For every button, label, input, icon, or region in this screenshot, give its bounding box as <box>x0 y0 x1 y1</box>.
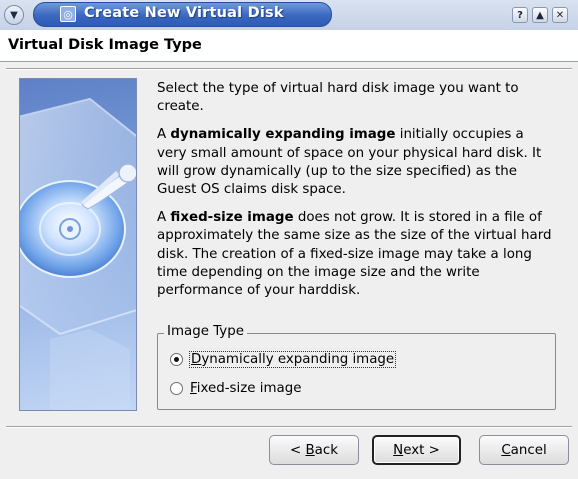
button-text: ext > <box>403 442 440 458</box>
window-menu-icon[interactable]: ▼ <box>4 5 24 25</box>
divider <box>6 426 572 428</box>
mnemonic: B <box>305 442 315 458</box>
description: Select the type of virtual hard disk ima… <box>157 80 557 310</box>
dialog-body: Virtual Disk Image Type Select the type … <box>0 30 578 479</box>
shade-icon[interactable]: ▲ <box>532 7 548 23</box>
text-span: A <box>157 210 171 226</box>
fixed-description: A fixed-size image does not grow. It is … <box>157 209 557 300</box>
mnemonic: N <box>393 442 404 458</box>
text-span: A <box>157 127 171 143</box>
cancel-button[interactable]: Cancel <box>479 435 569 465</box>
dynamic-term: dynamically expanding image <box>170 127 396 143</box>
window-title: Create New Virtual Disk <box>84 5 284 21</box>
label-rest: ixed-size image <box>196 380 302 396</box>
radio-button-checked[interactable] <box>170 352 183 366</box>
button-text: ack <box>314 442 338 458</box>
help-icon[interactable]: ? <box>512 7 528 23</box>
dynamic-radio-option[interactable]: Dynamically expanding image <box>170 348 397 370</box>
mnemonic: C <box>501 442 511 458</box>
next-button[interactable]: Next > <box>372 435 461 465</box>
fixed-radio-label[interactable]: Fixed-size image <box>190 381 301 396</box>
mnemonic: F <box>190 380 197 396</box>
image-type-group: Image Type Dynamically expanding image F… <box>157 324 556 410</box>
radio-button[interactable] <box>170 381 183 395</box>
page-title: Virtual Disk Image Type <box>8 37 202 53</box>
fixed-radio-option[interactable]: Fixed-size image <box>170 377 301 399</box>
title-bar[interactable]: ▼ ◎ Create New Virtual Disk ? ▲ ✕ <box>0 0 578 30</box>
dynamic-radio-label[interactable]: Dynamically expanding image <box>188 350 397 368</box>
fixed-term: fixed-size image <box>170 210 294 226</box>
back-button[interactable]: < Back <box>269 435 359 465</box>
dynamic-description: A dynamically expanding image initially … <box>157 126 557 199</box>
mnemonic: D <box>191 351 202 367</box>
close-icon[interactable]: ✕ <box>552 7 568 23</box>
group-legend: Image Type <box>164 324 247 339</box>
button-text: < <box>290 442 306 458</box>
intro-text: Select the type of virtual hard disk ima… <box>157 81 519 115</box>
header-band: Virtual Disk Image Type <box>0 30 578 62</box>
label-rest: ynamically expanding image <box>201 351 395 367</box>
button-text: ancel <box>510 442 547 458</box>
hard-disk-illustration-icon <box>19 78 137 411</box>
divider <box>6 68 572 70</box>
virtualbox-app-icon: ◎ <box>60 6 76 22</box>
